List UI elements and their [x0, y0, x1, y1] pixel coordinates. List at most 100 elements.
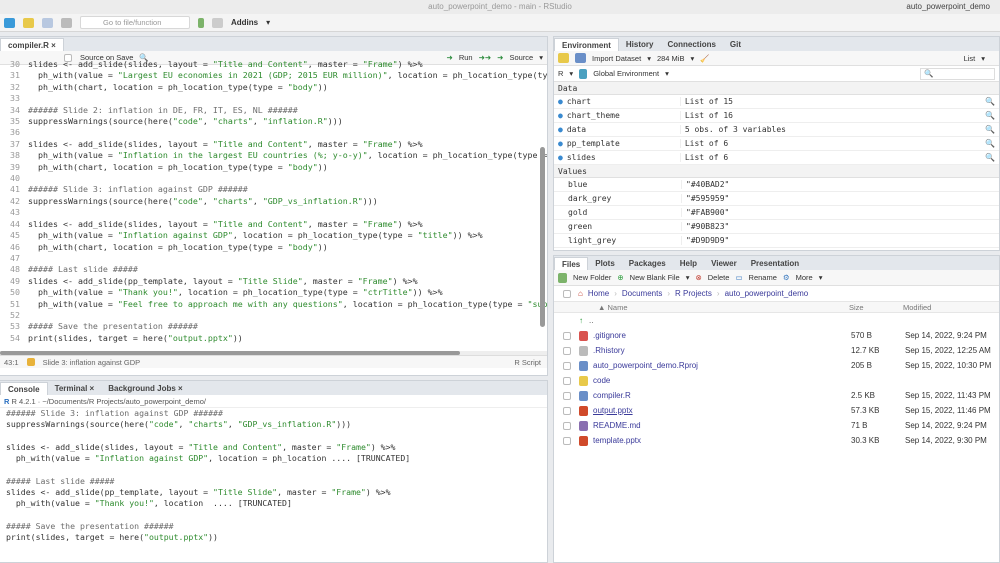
file-checkbox[interactable] — [563, 406, 571, 415]
tab-packages[interactable]: Packages — [622, 257, 673, 270]
file-name-link[interactable]: auto_powerpoint_demo.Rproj — [593, 361, 851, 370]
new-file-icon[interactable] — [4, 17, 15, 28]
select-all-checkbox[interactable] — [563, 289, 571, 298]
vertical-scrollbar[interactable] — [540, 147, 545, 327]
tab-help[interactable]: Help — [673, 257, 704, 270]
rename-button[interactable]: Rename — [749, 273, 777, 282]
file-checkbox[interactable] — [563, 391, 571, 400]
open-folder-icon[interactable] — [23, 17, 34, 28]
breadcrumb-home[interactable]: Home — [588, 289, 609, 298]
parent-directory-link[interactable]: .. — [589, 316, 593, 325]
expand-icon[interactable]: ● — [558, 125, 563, 134]
file-row[interactable]: .Rhistory 12.7 KB Sep 15, 2022, 12:25 AM — [554, 343, 999, 358]
tab-terminal[interactable]: Terminal × — [48, 382, 102, 395]
tab-presentation[interactable]: Presentation — [744, 257, 806, 270]
run-button[interactable]: Run — [459, 53, 473, 62]
project-menu[interactable]: auto_powerpoint_demo — [906, 0, 990, 14]
expand-icon[interactable]: ● — [558, 97, 563, 106]
tab-console[interactable]: Console — [0, 382, 48, 395]
import-dataset-button[interactable]: Import Dataset — [592, 54, 641, 63]
tab-environment[interactable]: Environment — [554, 38, 619, 51]
environment-value-row[interactable]: light_grey "#D9D9D9" — [554, 234, 999, 248]
rerun-icon[interactable]: ➜➜ — [479, 53, 492, 62]
tab-viewer[interactable]: Viewer — [704, 257, 744, 270]
file-name-link[interactable]: .Rhistory — [593, 346, 851, 355]
git-icon[interactable] — [198, 17, 204, 28]
environment-search-input[interactable]: 🔍 — [920, 67, 995, 80]
code-editor[interactable]: 30 slides <- add_slide(slides, layout = "… — [0, 59, 547, 350]
file-row[interactable]: code — [554, 373, 999, 388]
file-row[interactable]: README.md 71 B Sep 14, 2022, 9:24 PM — [554, 418, 999, 433]
scope-selector[interactable]: Global Environment — [593, 69, 659, 78]
file-name-link[interactable]: compiler.R — [593, 391, 851, 400]
breadcrumb-documents[interactable]: Documents — [622, 289, 662, 298]
column-size[interactable]: Size — [849, 303, 903, 312]
file-row[interactable]: template.pptx 30.3 KB Sep 14, 2022, 9:30 P… — [554, 433, 999, 448]
file-name-link[interactable]: code — [593, 376, 851, 385]
file-checkbox[interactable] — [563, 436, 571, 445]
tab-compiler-r[interactable]: compiler.R × — [0, 38, 64, 51]
tab-plots[interactable]: Plots — [588, 257, 622, 270]
view-icon[interactable]: 🔍 — [985, 125, 995, 134]
file-name-link[interactable]: template.pptx — [593, 436, 851, 445]
file-checkbox[interactable] — [563, 421, 571, 430]
tab-history[interactable]: History — [619, 38, 661, 51]
new-blank-file-button[interactable]: New Blank File — [630, 273, 680, 282]
column-name[interactable]: ▲ Name — [554, 303, 849, 312]
environment-data-row[interactable]: ● chart_theme List of 16 🔍 — [554, 109, 999, 123]
environment-value-row[interactable]: green "#90B823" — [554, 220, 999, 234]
file-row[interactable]: compiler.R 2.5 KB Sep 15, 2022, 11:43 PM — [554, 388, 999, 403]
tab-files[interactable]: Files — [554, 257, 589, 270]
expand-icon[interactable]: ● — [558, 111, 563, 120]
file-type-selector[interactable]: R Script — [514, 358, 541, 367]
memory-usage[interactable]: 284 MiB — [657, 54, 685, 63]
environment-value-row[interactable]: gold "#FAB900" — [554, 206, 999, 220]
save-workspace-icon[interactable] — [575, 53, 586, 63]
console-output[interactable]: ###### Slide 3: inflation against GDP ##… — [0, 408, 547, 544]
file-checkbox[interactable] — [563, 361, 571, 370]
view-icon[interactable]: 🔍 — [985, 111, 995, 120]
parent-directory-row[interactable]: ↑.. — [554, 313, 999, 328]
environment-data-row[interactable]: ● slides List of 6 🔍 — [554, 151, 999, 165]
broom-icon[interactable]: 🧹 — [700, 54, 709, 63]
new-folder-button[interactable]: New Folder — [573, 273, 611, 282]
breadcrumb-auto_powerpoint_demo[interactable]: auto_powerpoint_demo — [725, 289, 809, 298]
layout-icon[interactable] — [212, 17, 223, 28]
view-mode-selector[interactable]: List — [964, 54, 976, 63]
environment-value-row[interactable]: dark_grey "#595959" — [554, 192, 999, 206]
view-icon[interactable]: 🔍 — [985, 139, 995, 148]
more-button[interactable]: More — [796, 273, 813, 282]
source-button[interactable]: Source — [509, 53, 533, 62]
code-string: "body" — [287, 161, 318, 172]
print-icon[interactable] — [61, 17, 72, 28]
expand-icon[interactable]: ● — [558, 139, 563, 148]
file-name-link[interactable]: README.md — [593, 421, 851, 430]
tab-background-jobs[interactable]: Background Jobs × — [101, 382, 189, 395]
delete-button[interactable]: Delete — [708, 273, 730, 282]
view-icon[interactable]: 🔍 — [985, 153, 995, 162]
view-icon[interactable]: 🔍 — [985, 97, 995, 106]
language-selector[interactable]: R — [558, 69, 563, 78]
tab-connections[interactable]: Connections — [660, 38, 722, 51]
file-checkbox[interactable] — [563, 346, 571, 355]
expand-icon[interactable]: ● — [558, 153, 563, 162]
column-modified[interactable]: Modified — [903, 303, 931, 312]
save-icon[interactable] — [42, 17, 53, 28]
file-name-link[interactable]: .gitignore — [593, 331, 851, 340]
tab-git[interactable]: Git — [723, 38, 748, 51]
file-name-link[interactable]: output.pptx — [593, 406, 851, 415]
file-checkbox[interactable] — [563, 376, 571, 385]
environment-data-row[interactable]: ● pp_template List of 6 🔍 — [554, 137, 999, 151]
load-workspace-icon[interactable] — [558, 53, 569, 63]
addins-menu[interactable]: Addins — [231, 18, 258, 27]
file-row[interactable]: auto_powerpoint_demo.Rproj 205 B Sep 15, 2… — [554, 358, 999, 373]
environment-value-row[interactable]: blue "#40BAD2" — [554, 178, 999, 192]
file-checkbox[interactable] — [563, 331, 571, 340]
file-row[interactable]: .gitignore 570 B Sep 14, 2022, 9:24 PM — [554, 328, 999, 343]
file-row[interactable]: output.pptx 57.3 KB Sep 15, 2022, 11:46 PM — [554, 403, 999, 418]
section-selector[interactable]: Slide 3: inflation against GDP — [43, 358, 141, 367]
environment-data-row[interactable]: ● data 5 obs. of 3 variables 🔍 — [554, 123, 999, 137]
goto-file-input[interactable]: Go to file/function — [80, 16, 190, 29]
environment-data-row[interactable]: ● chart List of 15 🔍 — [554, 95, 999, 109]
breadcrumb-r-projects[interactable]: R Projects — [675, 289, 712, 298]
